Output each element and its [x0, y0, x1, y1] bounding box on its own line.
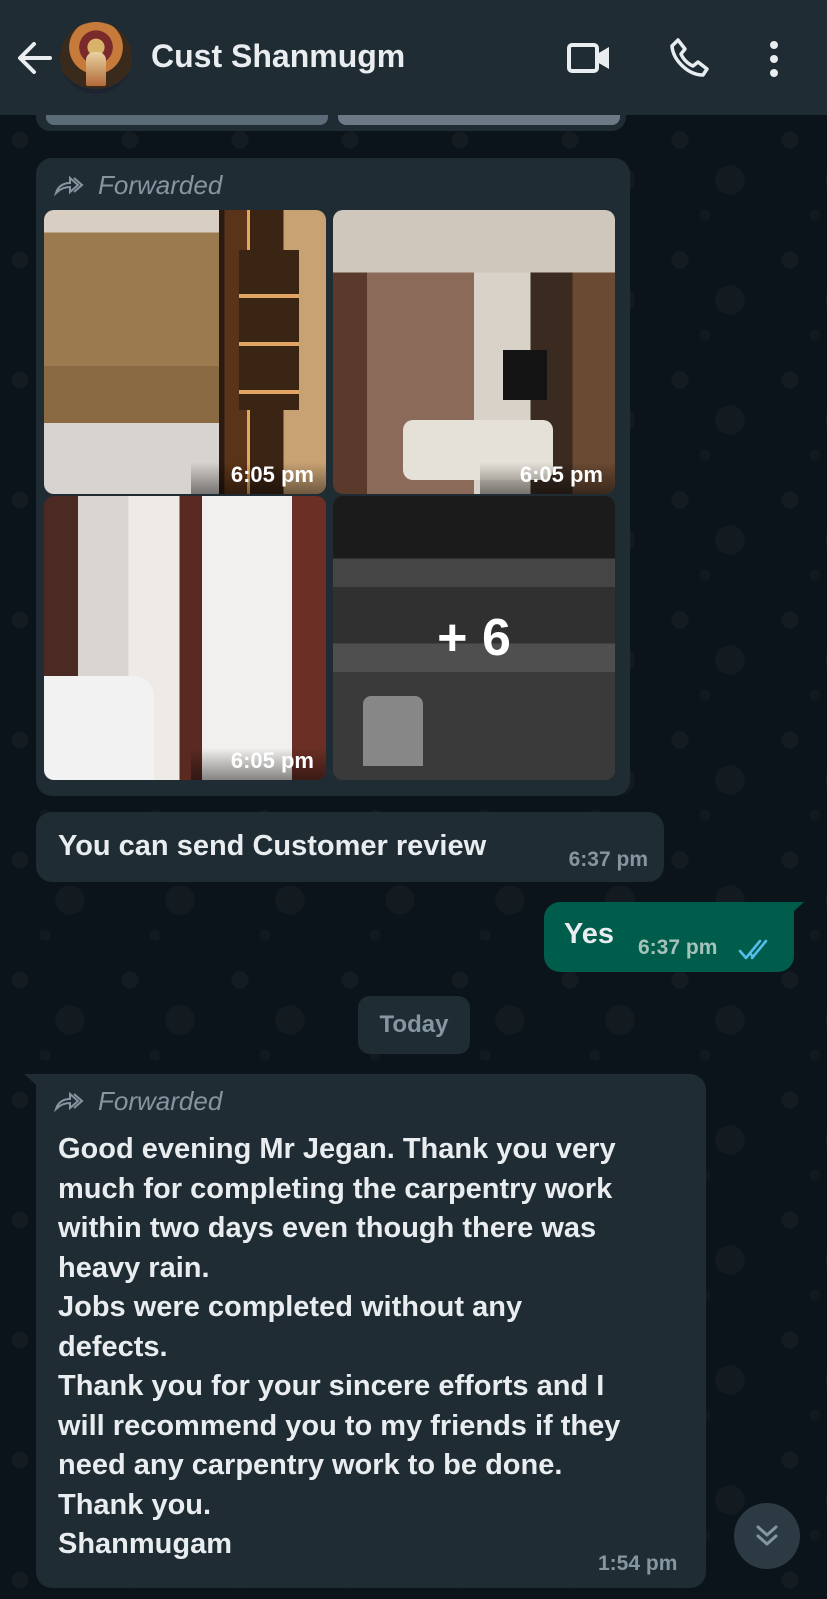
- double-chevron-down-icon: [756, 1525, 778, 1546]
- album-photo[interactable]: 6:05 pm: [333, 210, 615, 494]
- forwarded-icon: [54, 175, 84, 196]
- message-text: Yes: [564, 918, 614, 950]
- album-photo[interactable]: 6:05 pm: [44, 210, 326, 494]
- photo-timestamp: 6:05 pm: [479, 462, 615, 494]
- forwarded-label: Forwarded: [54, 1086, 222, 1117]
- photo-content: [239, 250, 299, 410]
- date-divider: Today: [358, 996, 470, 1054]
- message-time: 6:37 pm: [568, 848, 648, 871]
- album-photo[interactable]: [46, 115, 328, 125]
- album-photo-more[interactable]: + 6: [333, 496, 615, 780]
- message-text: Good evening Mr Jegan. Thank you very mu…: [58, 1133, 621, 1560]
- message-time: 1:54 pm: [598, 1552, 678, 1575]
- scroll-to-bottom-button[interactable]: [734, 1503, 800, 1569]
- more-photos-count: + 6: [333, 496, 615, 780]
- read-ticks-icon: [738, 938, 776, 962]
- back-arrow-icon[interactable]: [14, 38, 54, 78]
- voice-call-icon[interactable]: [668, 36, 712, 80]
- photo-content: [44, 676, 154, 780]
- video-call-icon[interactable]: [566, 38, 612, 78]
- photo-timestamp: 6:05 pm: [190, 748, 326, 780]
- previous-album-clipped[interactable]: [36, 115, 626, 131]
- forwarded-album-message[interactable]: Forwarded 6:05 pm 6:05 pm 6:05 pm + 6: [36, 158, 630, 796]
- forwarded-label: Forwarded: [54, 170, 222, 201]
- more-options-icon[interactable]: [764, 38, 784, 80]
- forwarded-text-message[interactable]: Forwarded Good evening Mr Jegan. Thank y…: [36, 1074, 706, 1588]
- photo-timestamp: 6:05 pm: [190, 462, 326, 494]
- message-text: You can send Customer review: [58, 830, 487, 862]
- incoming-message[interactable]: You can send Customer review 6:37 pm: [36, 812, 664, 882]
- contact-name[interactable]: Cust Shanmugm: [151, 38, 405, 75]
- chat-header: Cust Shanmugm: [0, 0, 827, 115]
- album-photo[interactable]: 6:05 pm: [44, 496, 326, 780]
- message-time: 6:37 pm: [638, 936, 718, 959]
- forwarded-icon: [54, 1091, 84, 1112]
- photo-content: [503, 350, 547, 400]
- outgoing-message[interactable]: Yes 6:37 pm: [544, 902, 794, 972]
- contact-avatar[interactable]: [60, 22, 132, 94]
- album-photo[interactable]: [338, 115, 620, 125]
